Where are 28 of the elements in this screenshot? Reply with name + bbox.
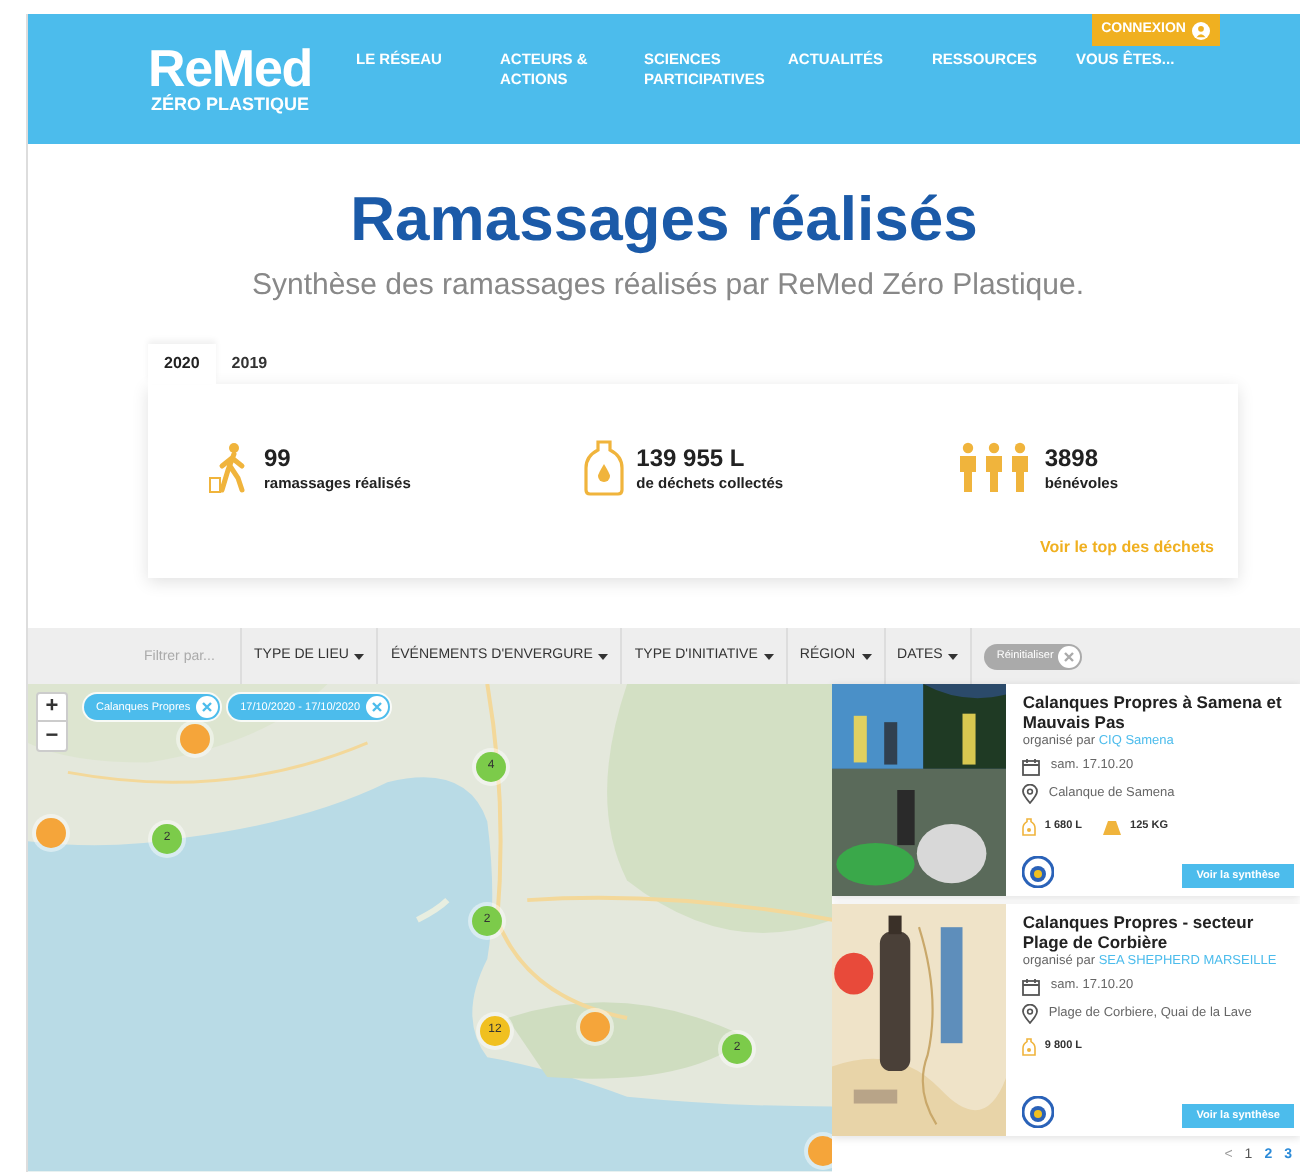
weight-icon [1102, 819, 1123, 836]
caret-icon [861, 653, 872, 660]
page-subtitle: Synthèse des ramassages réalisés par ReMed Zéro Plastique. [249, 265, 1087, 306]
stat-value: 139 955 L [636, 444, 747, 475]
caret-icon [763, 653, 774, 660]
bottle-icon [1022, 1038, 1037, 1057]
user-icon [1192, 21, 1210, 39]
location-pin-icon [1022, 1004, 1039, 1025]
page-title: Ramassages réalisés [348, 183, 980, 256]
year-tab[interactable]: 2019 [215, 344, 284, 385]
result-title[interactable]: Calanques Propres à Samena et Mauvais Pas [1022, 692, 1294, 733]
badge-icon [1022, 856, 1055, 889]
calendar-icon [1022, 757, 1041, 776]
volunteers-icon [956, 442, 1033, 495]
caret-icon [948, 653, 959, 660]
caret-icon [598, 653, 609, 660]
result-title[interactable]: Calanques Propres - secteur Plage de Corbière [1022, 912, 1294, 953]
logo-subtitle: ZÉRO PLASTIQUE [150, 96, 309, 115]
badge-icon [1022, 1096, 1055, 1129]
caret-icon [354, 653, 365, 660]
calendar-icon [1022, 977, 1041, 996]
close-icon [1057, 645, 1080, 668]
location-pin-icon [1022, 784, 1039, 805]
bottle-icon [1022, 818, 1037, 837]
stat-value: 3898 [1044, 444, 1101, 475]
year-tab[interactable]: 2020 [148, 344, 216, 385]
stat-value: 99 [264, 444, 293, 475]
bottle-icon [584, 440, 625, 497]
